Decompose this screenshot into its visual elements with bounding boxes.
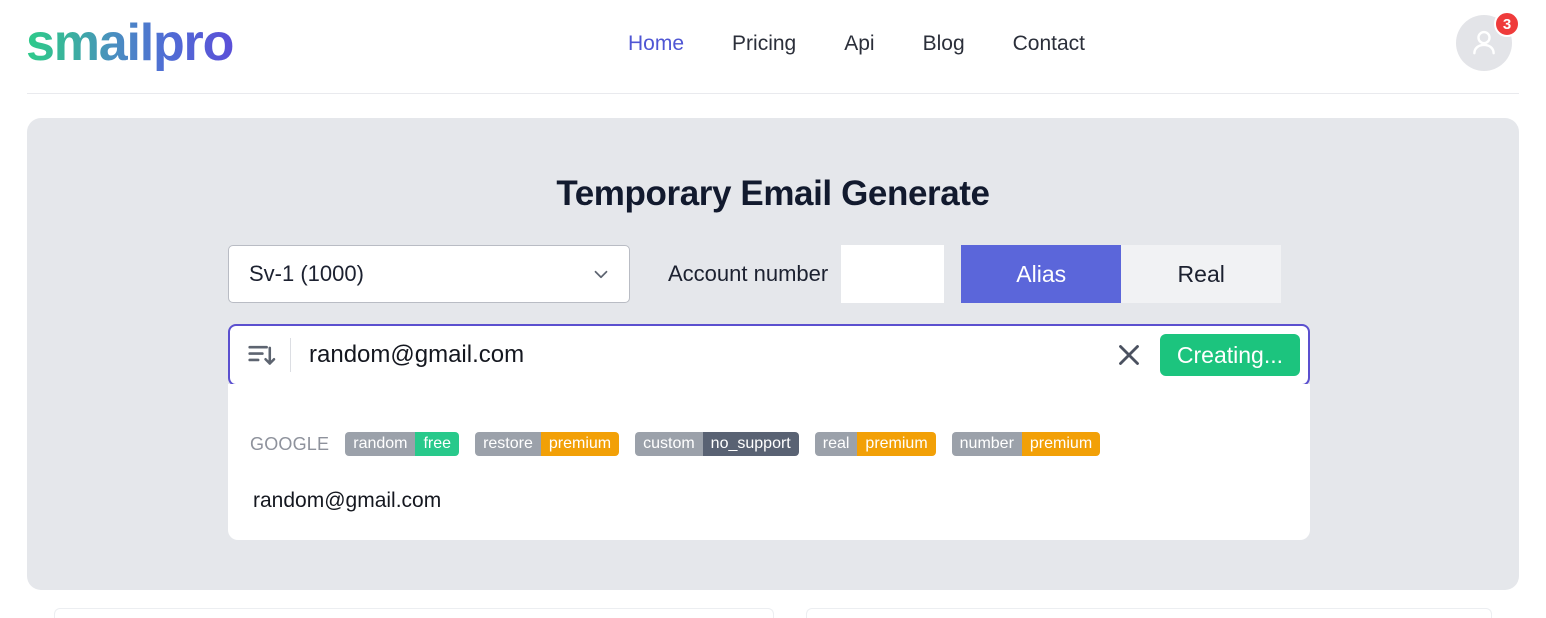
close-icon[interactable] [1112,338,1146,372]
mode-real-button[interactable]: Real [1121,245,1281,303]
tag-value: no_support [703,432,799,456]
email-input-row[interactable]: random@gmail.com Creating... [228,324,1310,386]
chevron-down-icon [590,263,612,285]
server-select[interactable]: Sv-1 (1000) [228,245,630,303]
tag-key: custom [635,432,703,456]
server-select-value: Sv-1 (1000) [249,261,364,287]
main-navigation: Home Pricing Api Blog Contact [604,28,1109,60]
suggestion-item[interactable]: random@gmail.com [253,489,441,513]
brand-logo[interactable]: smailpro [26,14,233,74]
email-input[interactable]: random@gmail.com [309,341,1112,369]
generator-panel: Temporary Email Generate Sv-1 (1000) Acc… [27,118,1519,590]
tag-key: restore [475,432,541,456]
tag-key: real [815,432,858,456]
tag-group-label: GOOGLE [250,434,329,455]
nav-item-api[interactable]: Api [820,28,898,60]
tag-value: free [415,432,459,456]
tag-row: GOOGLE random free restore premium custo… [250,432,1100,456]
input-divider [290,338,291,372]
below-card-right [806,608,1492,618]
below-card-left [54,608,774,618]
tag-value: premium [857,432,935,456]
account-number-label: Account number [668,245,828,303]
mode-toggle: Alias Real [961,245,1281,303]
tag-random[interactable]: random free [345,432,459,456]
account-number-input[interactable] [841,245,944,303]
account-menu[interactable]: 3 [1456,15,1516,75]
tag-restore[interactable]: restore premium [475,432,619,456]
sort-descending-icon[interactable] [244,338,278,372]
below-fold-cards [0,605,1546,616]
nav-item-contact[interactable]: Contact [989,28,1109,60]
tag-key: random [345,432,415,456]
suggestions-dropdown: GOOGLE random free restore premium custo… [228,384,1310,540]
generator-controls: Sv-1 (1000) Account number Alias Real [228,245,1281,303]
tag-value: premium [1022,432,1100,456]
page-title: Temporary Email Generate [27,174,1519,214]
tag-value: premium [541,432,619,456]
create-button[interactable]: Creating... [1160,334,1300,376]
nav-item-home[interactable]: Home [604,28,708,60]
tag-custom[interactable]: custom no_support [635,432,799,456]
tag-key: number [952,432,1022,456]
tag-number[interactable]: number premium [952,432,1100,456]
nav-item-pricing[interactable]: Pricing [708,28,820,60]
mode-alias-button[interactable]: Alias [961,245,1121,303]
tag-real[interactable]: real premium [815,432,936,456]
nav-item-blog[interactable]: Blog [899,28,989,60]
site-header: smailpro Home Pricing Api Blog Contact 3 [0,0,1546,94]
notification-badge: 3 [1494,11,1520,37]
